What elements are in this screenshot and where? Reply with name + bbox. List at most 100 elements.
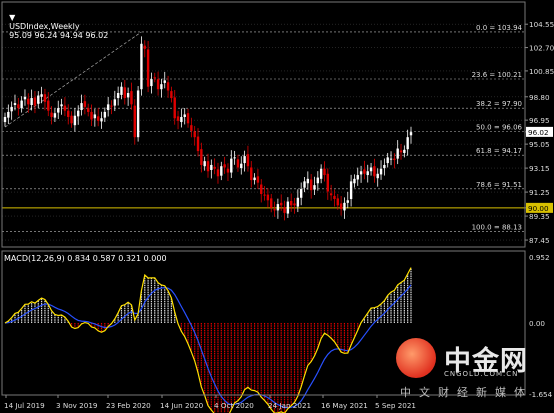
candle-body <box>13 103 17 105</box>
price-axis-label: 98.80 <box>529 93 550 102</box>
candle-body <box>143 45 146 49</box>
candle-body <box>210 164 213 170</box>
candle-body <box>160 84 163 90</box>
candle-body <box>163 80 166 83</box>
candle-body <box>196 136 200 152</box>
macd-axis-label: 0.952 <box>529 253 550 262</box>
chart-header: ▼ USDIndex,Weekly 95.09 96.24 94.94 96.0… <box>4 4 108 40</box>
price-axis-label: 87.45 <box>529 236 550 245</box>
candle-body <box>186 113 190 124</box>
candle-body <box>296 197 300 207</box>
candle-body <box>120 86 123 95</box>
candle-body <box>57 108 60 113</box>
candle-body <box>313 185 316 190</box>
candle-body <box>7 111 10 118</box>
candle-body <box>246 154 250 167</box>
candle-body <box>150 79 153 87</box>
candle-body <box>146 49 150 87</box>
candle-body <box>223 164 226 168</box>
candle-body <box>393 158 396 160</box>
candle-body <box>326 173 330 192</box>
candle-body <box>213 166 216 169</box>
candle-body <box>309 179 313 191</box>
candle-body <box>136 90 140 138</box>
candle-body <box>266 194 270 201</box>
candle-body <box>299 188 303 198</box>
candle-body <box>193 131 196 138</box>
candle-body <box>286 201 290 214</box>
candle-body <box>53 113 57 118</box>
time-axis-label: 24 Jan 2021 <box>268 401 311 410</box>
price-axis-label: 96.95 <box>529 116 550 125</box>
candle-body <box>399 150 403 153</box>
fib-level-label: 38.2 = 97.90 <box>476 100 522 108</box>
macd-label: MACD(12,26,9) 0.834 0.587 0.321 0.000 <box>4 254 167 263</box>
candle-body <box>220 166 223 176</box>
candle-body <box>47 100 50 111</box>
time-axis-label: 3 Nov 2019 <box>56 401 98 410</box>
candle-body <box>240 163 243 169</box>
candle-body <box>396 148 399 159</box>
candle-body <box>379 168 383 175</box>
price-axis-label: 91.25 <box>529 188 550 197</box>
candle-body <box>293 203 296 206</box>
candle-body <box>359 171 363 175</box>
current-price-label: 96.02 <box>528 128 549 137</box>
candle-body <box>3 116 7 123</box>
candle-body <box>349 181 353 200</box>
candle-body <box>409 132 413 136</box>
candle-body <box>27 98 30 105</box>
candle-body <box>346 200 349 203</box>
candle-body <box>243 156 246 164</box>
candle-body <box>116 93 120 99</box>
candle-body <box>77 110 80 117</box>
candle-body <box>156 79 160 90</box>
candle-body <box>200 149 203 165</box>
price-axis-label: 95.05 <box>529 140 550 149</box>
candle-body <box>316 177 320 184</box>
candle-body <box>336 198 339 206</box>
candle-body <box>73 115 77 126</box>
candle-body <box>90 111 93 120</box>
candle-body <box>270 198 273 208</box>
fib-level-label: 0.0 = 103.94 <box>476 24 522 32</box>
candle-body <box>190 125 193 131</box>
candle-body <box>96 116 100 121</box>
candle-body <box>343 202 346 211</box>
candle-body <box>183 114 186 117</box>
time-axis-label: 14 Jun 2020 <box>160 401 204 410</box>
candle-body <box>369 167 373 172</box>
fib-level-label: 78.6 = 91.51 <box>476 181 522 189</box>
candle-body <box>319 168 323 179</box>
ohlc-values: 95.09 96.24 94.94 96.02 <box>9 31 109 40</box>
watermark-domain: CNGOLD.COM.CN <box>444 370 519 378</box>
candle-body <box>100 118 103 122</box>
watermark-tagline: 中文财经新媒体 <box>400 386 533 399</box>
time-axis-label: 14 Jul 2019 <box>4 401 45 410</box>
candle-body <box>173 97 176 119</box>
candle-body <box>113 99 117 106</box>
time-axis-label: 4 Oct 2020 <box>214 401 254 410</box>
candle-body <box>17 104 20 109</box>
candle-body <box>226 168 230 173</box>
time-axis-label: 5 Sep 2021 <box>375 401 416 410</box>
candle-body <box>126 93 130 98</box>
candle-body <box>206 161 210 172</box>
candle-body <box>353 178 356 184</box>
dropdown-arrow-icon[interactable]: ▼ <box>9 13 15 22</box>
fib-level-label: 50.0 = 96.06 <box>476 123 522 131</box>
candle-body <box>63 105 67 111</box>
candle-body <box>130 91 133 105</box>
candle-body <box>236 159 240 168</box>
candle-body <box>383 164 386 169</box>
fib-level-label: 100.0 = 88.13 <box>472 223 522 231</box>
candle-body <box>216 169 220 177</box>
candle-body <box>406 137 409 150</box>
candle-body <box>166 82 170 91</box>
price-axis-label: 104.55 <box>529 20 554 29</box>
candle-body <box>23 96 27 100</box>
candle-body <box>306 178 310 184</box>
candle-body <box>170 91 173 99</box>
candle-body <box>83 101 87 107</box>
candle-body <box>303 181 306 188</box>
